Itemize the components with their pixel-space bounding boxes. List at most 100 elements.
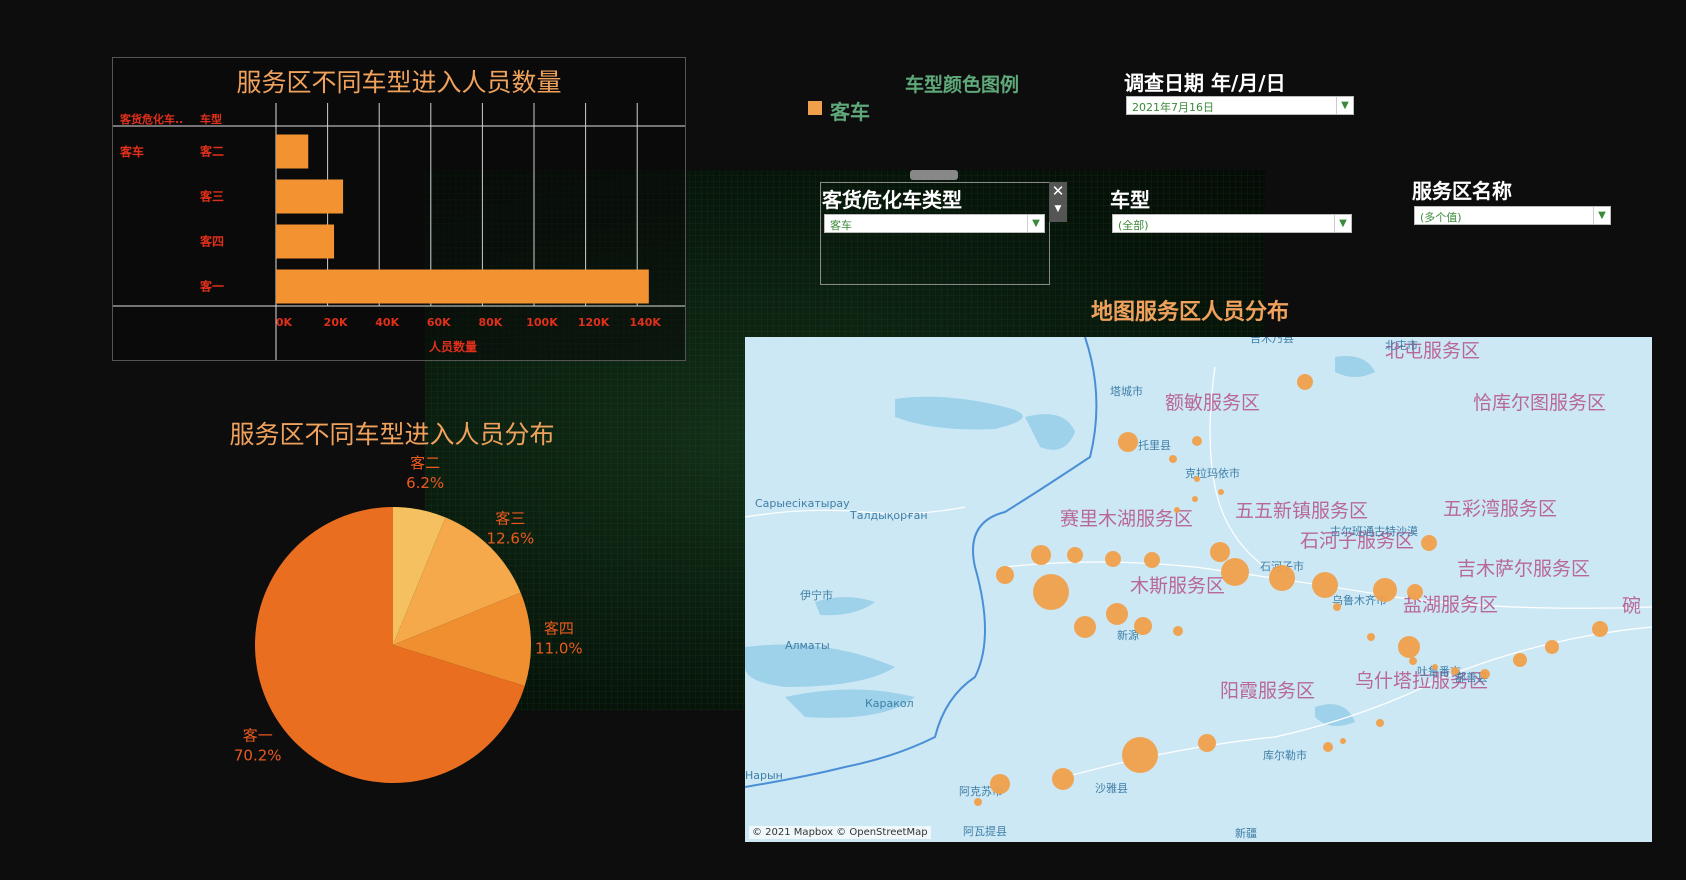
service-area-point — [1432, 664, 1438, 670]
bar-x-tick-label: 120K — [578, 316, 610, 329]
pie-slice-percent: 11.0% — [535, 640, 583, 658]
pie-slice-label: 客三 — [495, 510, 525, 528]
service-area-point — [1480, 669, 1490, 679]
pie-chart-title: 服务区不同车型进入人员分布 — [229, 420, 555, 449]
bar-x-tick-label: 60K — [427, 316, 451, 329]
city-label: 伊宁市 — [800, 588, 833, 602]
service-area-point — [1105, 551, 1121, 567]
service-area-point — [1124, 759, 1130, 765]
bar-x-tick-label: 20K — [324, 316, 348, 329]
chevron-down-icon[interactable]: ▼ — [1336, 97, 1353, 114]
pie-chart-svg: 客二 6.2% 客三 12.6% 客四 11.0% 客一 70.2% — [234, 455, 583, 783]
bar-x-axis-label: 人员数量 — [428, 340, 477, 354]
vehicle-type-dropdown-value: (全部) — [1118, 219, 1149, 232]
close-icon[interactable]: ✕ — [1049, 182, 1067, 200]
service-area-point — [1312, 572, 1338, 598]
bar-x-tick-label: 80K — [478, 316, 502, 329]
lake — [1025, 414, 1075, 450]
service-area-point — [1198, 734, 1216, 752]
pie-slice-label: 客四 — [544, 620, 574, 638]
service-area-point — [1340, 738, 1346, 744]
drag-handle[interactable] — [910, 170, 958, 180]
date-dropdown-value: 2021年7月16日 — [1132, 101, 1214, 114]
service-area-label: 额敏服务区 — [1165, 392, 1260, 414]
service-area-point — [1367, 633, 1375, 641]
service-area-point — [1192, 496, 1198, 502]
service-area-point — [1376, 719, 1384, 727]
service-area-point — [974, 798, 982, 806]
date-filter-title: 调查日期 年/月/日 — [1124, 71, 1286, 95]
city-label: Сарыесікатырау — [755, 497, 850, 510]
legend-title: 车型颜色图例 — [905, 74, 1020, 96]
service-area-point — [1218, 489, 1224, 495]
vehicle-category-filter-title: 客货危化车类型 — [822, 188, 962, 212]
service-area-label: 碗 — [1622, 595, 1641, 617]
service-area-point — [1067, 547, 1083, 563]
service-area-map[interactable]: 北屯服务区 额敏服务区 恰库尔图服务区 五五新镇服务区 赛里木湖服务区 五彩湾服务区 石河子… — [745, 337, 1652, 842]
service-area-point — [1398, 636, 1420, 658]
service-area-point — [1333, 603, 1341, 611]
lake — [1315, 704, 1355, 726]
lake — [895, 396, 1023, 430]
service-area-point — [1192, 436, 1202, 446]
pie-slice-percent: 12.6% — [487, 530, 535, 548]
bar-category-label: 客二 — [199, 144, 224, 159]
service-area-point — [1210, 542, 1230, 562]
date-dropdown[interactable]: 2021年7月16日 ▼ — [1126, 96, 1354, 115]
city-label: Нарын — [745, 769, 783, 782]
bar-category-label: 客一 — [199, 279, 224, 294]
chevron-down-icon[interactable]: ▼ — [1593, 207, 1610, 224]
service-area-dropdown[interactable]: (多个值) ▼ — [1414, 206, 1611, 225]
vehicle-category-dropdown[interactable]: 客车 ▼ — [824, 214, 1045, 233]
map-attribution: © 2021 Mapbox © OpenStreetMap — [749, 826, 931, 839]
city-label: 新疆 — [1235, 826, 1257, 840]
service-area-point — [1033, 574, 1069, 610]
menu-dropdown-icon[interactable]: ▼ — [1049, 200, 1067, 218]
service-area-point — [1407, 584, 1423, 600]
city-label: Каракол — [865, 697, 914, 710]
city-label: 托里县 — [1138, 438, 1171, 452]
service-area-point — [1118, 432, 1138, 452]
pie-slice-label: 客二 — [410, 455, 440, 472]
service-area-point — [1173, 626, 1183, 636]
city-label: 塔城市 — [1110, 384, 1143, 398]
service-area-point — [1269, 565, 1295, 591]
pie-slice-label: 客一 — [243, 727, 273, 745]
bar-category-label: 客三 — [199, 189, 224, 204]
service-area-filter-title: 服务区名称 — [1412, 179, 1512, 203]
city-label: Алматы — [785, 639, 830, 652]
chevron-down-icon[interactable]: ▼ — [1027, 215, 1044, 232]
service-area-point — [1169, 455, 1177, 463]
service-area-point — [1194, 476, 1200, 482]
service-area-label: 吉木萨尔服务区 — [1457, 558, 1590, 580]
filter-tool-strip: ✕ ▼ — [1049, 182, 1067, 222]
service-area-point — [1513, 653, 1527, 667]
service-area-point — [1221, 558, 1249, 586]
vehicle-category-dropdown-value: 客车 — [830, 219, 852, 232]
lake — [1335, 356, 1375, 377]
service-area-label: 五五新镇服务区 — [1235, 500, 1368, 522]
chevron-down-icon[interactable]: ▼ — [1334, 215, 1351, 232]
service-area-point — [1106, 603, 1128, 625]
service-area-point — [1373, 578, 1397, 602]
service-area-point — [1174, 507, 1180, 513]
city-label: 吉木乃县 — [1250, 337, 1294, 345]
vehicle-type-dropdown[interactable]: (全部) ▼ — [1112, 214, 1352, 233]
service-area-point — [1074, 616, 1096, 638]
service-area-point — [1421, 535, 1437, 551]
pie-slice-percent: 6.2% — [406, 474, 444, 492]
city-label: 沙雅县 — [1095, 781, 1128, 795]
service-area-label: 木斯服务区 — [1130, 575, 1225, 597]
service-area-point — [1122, 737, 1158, 773]
bar-x-tick-label: 40K — [375, 316, 399, 329]
service-area-point — [990, 774, 1010, 794]
map-svg: 北屯服务区额敏服务区 恰库尔图服务区五五新镇服务区赛里木湖服务区 五彩湾服务区石河子… — [745, 337, 1652, 840]
service-area-label: 恰库尔图服务区 — [1473, 392, 1606, 414]
service-area-label: 五彩湾服务区 — [1443, 498, 1557, 520]
vehicle-type-filter-title: 车型 — [1110, 188, 1150, 212]
bar-x-tick-label: 0K — [276, 316, 293, 329]
city-label: 阿瓦提县 — [963, 825, 1007, 838]
service-area-point — [996, 566, 1014, 584]
service-area-point — [1592, 621, 1608, 637]
pie-slice-percent: 70.2% — [234, 747, 282, 765]
